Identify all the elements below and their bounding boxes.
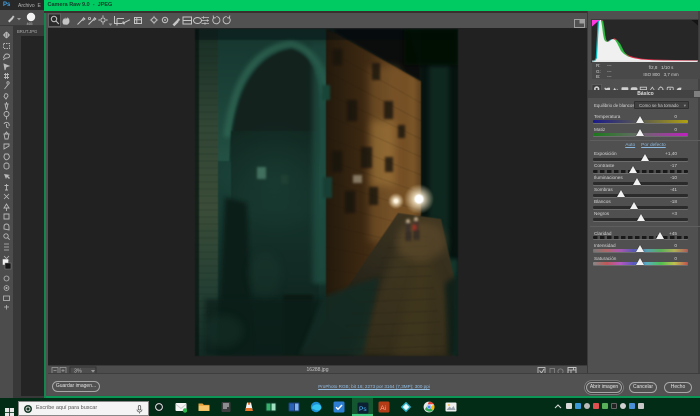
svg-text:Ai: Ai — [380, 405, 386, 412]
svg-text:Ps: Ps — [359, 405, 367, 412]
